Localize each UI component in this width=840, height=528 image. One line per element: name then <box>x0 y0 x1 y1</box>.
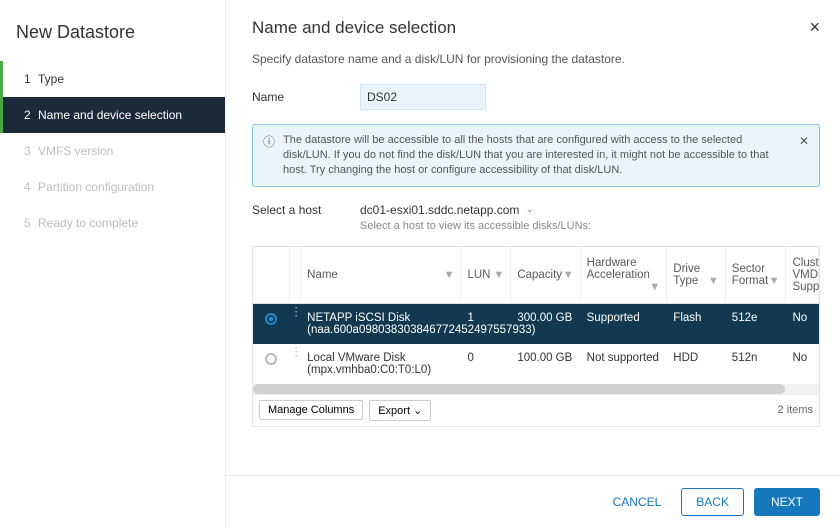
step-name-device[interactable]: 2 Name and device selection <box>0 97 225 133</box>
col-accel[interactable]: Hardware Acceleration▼ <box>580 247 667 304</box>
host-hint: Select a host to view its accessible dis… <box>360 220 591 232</box>
cancel-button[interactable]: CANCEL <box>603 489 672 515</box>
cell-cluster: No <box>786 303 819 344</box>
col-lun[interactable]: LUN▼ <box>461 247 511 304</box>
info-icon: ⓘ <box>263 134 275 150</box>
filter-icon[interactable]: ▼ <box>769 275 780 287</box>
chevron-down-icon: ⌄ <box>525 204 533 215</box>
info-text: The datastore will be accessible to all … <box>283 133 791 178</box>
cell-name: Local VMware Disk (mpx.vmhba0:C0:T0:L0) <box>301 344 461 384</box>
manage-columns-button[interactable]: Manage Columns <box>259 400 363 420</box>
next-button[interactable]: NEXT <box>754 488 820 516</box>
cell-sector: 512n <box>725 344 786 384</box>
cell-accel: Not supported <box>580 344 667 384</box>
cell-accel: Supported <box>580 303 667 344</box>
col-sector[interactable]: Sector Format▼ <box>725 247 786 304</box>
page-title: Name and device selection <box>252 18 456 38</box>
cell-lun: 0 <box>461 344 511 384</box>
cell-drive: Flash <box>667 303 726 344</box>
cell-capacity: 300.00 GB <box>511 303 580 344</box>
horizontal-scrollbar[interactable] <box>253 384 819 394</box>
step-partition: 4 Partition configuration <box>0 169 225 205</box>
col-cluster[interactable]: Clustered VMDK Supported <box>786 247 819 304</box>
row-radio[interactable] <box>265 353 277 365</box>
cell-sector: 512e <box>725 303 786 344</box>
table-row[interactable]: ⋮ Local VMware Disk (mpx.vmhba0:C0:T0:L0… <box>253 344 819 384</box>
filter-icon[interactable]: ▼ <box>493 269 504 281</box>
banner-close-icon[interactable]: ✕ <box>799 133 809 149</box>
table-row[interactable]: ⋮ NETAPP iSCSI Disk (naa.600a09803830384… <box>253 303 819 344</box>
info-banner: ⓘ The datastore will be accessible to al… <box>252 124 820 187</box>
filter-icon[interactable]: ▼ <box>649 281 660 293</box>
wizard-steps: 1 Type 2 Name and device selection 3 VMF… <box>0 61 225 241</box>
scroll-thumb[interactable] <box>253 384 785 394</box>
filter-icon[interactable]: ▼ <box>563 269 574 281</box>
wizard-actions: CANCEL BACK NEXT <box>226 475 840 528</box>
close-icon[interactable]: × <box>809 18 820 36</box>
chevron-down-icon: ⌄ <box>413 405 422 417</box>
host-value: dc01-esxi01.sddc.netapp.com <box>360 203 519 217</box>
cell-name: NETAPP iSCSI Disk (naa.600a0980383038467… <box>301 303 461 344</box>
host-select[interactable]: dc01-esxi01.sddc.netapp.com ⌄ <box>360 203 534 217</box>
col-select <box>253 247 290 304</box>
step-vmfs: 3 VMFS version <box>0 133 225 169</box>
cell-cluster: No <box>786 344 819 384</box>
item-count: 2 items <box>778 404 813 416</box>
disk-table: Name▼ LUN▼ Capacity▼ Hardware Accelerati… <box>252 246 820 427</box>
back-button[interactable]: BACK <box>681 488 744 516</box>
name-label: Name <box>252 90 360 104</box>
filter-icon[interactable]: ▼ <box>444 269 455 281</box>
step-ready: 5 Ready to complete <box>0 205 225 241</box>
filter-icon[interactable]: ▼ <box>708 275 719 287</box>
wizard-title: New Datastore <box>0 14 225 61</box>
cell-capacity: 100.00 GB <box>511 344 580 384</box>
col-name[interactable]: Name▼ <box>301 247 461 304</box>
page-subtitle: Specify datastore name and a disk/LUN fo… <box>252 52 820 66</box>
drag-icon[interactable]: ⋮ <box>290 344 301 384</box>
datastore-name-input[interactable] <box>360 84 486 110</box>
cell-drive: HDD <box>667 344 726 384</box>
col-drive[interactable]: Drive Type▼ <box>667 247 726 304</box>
row-radio[interactable] <box>265 313 277 325</box>
step-type[interactable]: 1 Type <box>0 61 225 97</box>
export-button[interactable]: Export ⌄ <box>369 400 431 421</box>
col-capacity[interactable]: Capacity▼ <box>511 247 580 304</box>
wizard-main: Name and device selection × Specify data… <box>226 0 840 528</box>
wizard-sidebar: New Datastore 1 Type 2 Name and device s… <box>0 0 226 528</box>
drag-icon[interactable]: ⋮ <box>290 303 301 344</box>
host-label: Select a host <box>252 203 360 217</box>
col-drag <box>290 247 301 304</box>
